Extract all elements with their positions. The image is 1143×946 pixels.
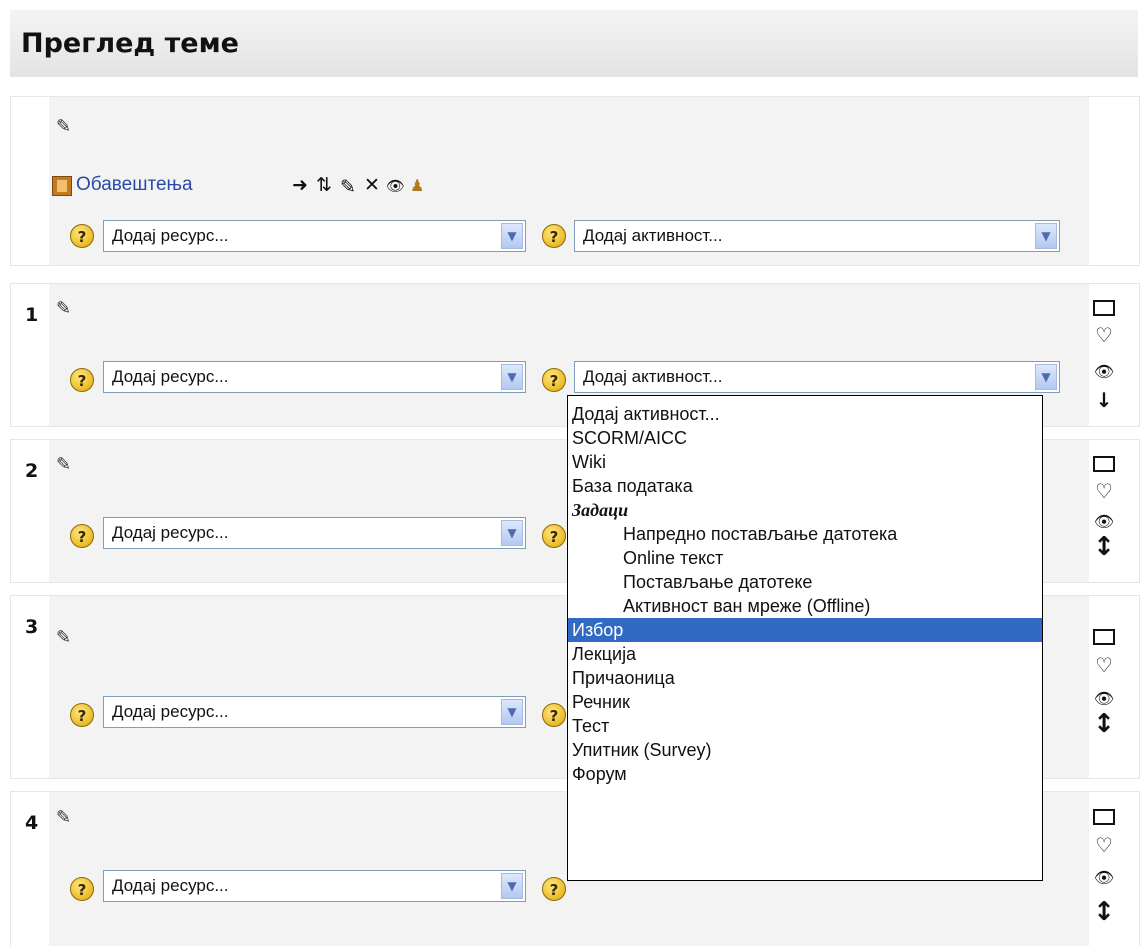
help-icon[interactable]: ? <box>70 224 94 248</box>
add-resource-select[interactable]: Додај ресурс... ▼ <box>103 361 526 393</box>
dropdown-option-selected[interactable]: Избор <box>568 618 1042 642</box>
help-icon[interactable]: ? <box>542 368 566 392</box>
dropdown-option[interactable]: Додај активност... <box>568 402 1042 426</box>
dropdown-option[interactable]: Речник <box>568 690 1042 714</box>
add-activity-dropdown-list[interactable]: Додај активност... SCORM/AICC Wiki База … <box>567 395 1043 881</box>
arrow-down-icon[interactable]: ↓ <box>1091 390 1117 410</box>
add-activity-select[interactable]: Додај активност... ▼ <box>574 220 1060 252</box>
move-updown-icon[interactable]: ↕ <box>1091 534 1117 560</box>
add-resource-select[interactable]: Додај ресурс... ▼ <box>103 220 526 252</box>
edit-pencil-icon[interactable]: ✎ <box>340 178 356 197</box>
dropdown-option[interactable]: Активност ван мреже (Offline) <box>568 594 1042 618</box>
forum-icon <box>52 176 72 196</box>
help-icon[interactable]: ? <box>70 703 94 727</box>
person-icon[interactable]: ♟ <box>410 176 424 195</box>
dropdown-option[interactable]: Напредно постављање датотека <box>568 522 1042 546</box>
chevron-down-icon: ▼ <box>1035 223 1057 249</box>
dropdown-option[interactable]: Упитник (Survey) <box>568 738 1042 762</box>
lightbulb-icon[interactable]: ♡ <box>1091 835 1117 855</box>
chevron-down-icon: ▼ <box>501 873 523 899</box>
show-only-this-section-icon[interactable] <box>1093 809 1115 825</box>
edit-summary-pencil-icon[interactable]: ✎ <box>56 809 71 827</box>
chevron-down-icon: ▼ <box>501 520 523 546</box>
dropdown-option[interactable]: База података <box>568 474 1042 498</box>
chevron-down-icon: ▼ <box>501 364 523 390</box>
help-icon[interactable]: ? <box>542 703 566 727</box>
edit-summary-pencil-icon[interactable]: ✎ <box>56 629 71 647</box>
section-number: 1 <box>25 304 39 326</box>
section-number: 3 <box>25 616 39 638</box>
help-icon[interactable]: ? <box>70 368 94 392</box>
lightbulb-icon[interactable]: ♡ <box>1091 325 1117 345</box>
dropdown-option[interactable]: Лекција <box>568 642 1042 666</box>
eye-icon[interactable]: 👁 <box>1091 868 1117 888</box>
add-resource-select[interactable]: Додај ресурс... ▼ <box>103 870 526 902</box>
dropdown-option[interactable]: Постављање датотеке <box>568 570 1042 594</box>
topic-outline-header: Преглед теме <box>10 10 1138 77</box>
edit-summary-pencil-icon[interactable]: ✎ <box>56 118 71 136</box>
edit-summary-pencil-icon[interactable]: ✎ <box>56 456 71 474</box>
news-forum-link[interactable]: Обавештења <box>76 174 193 196</box>
dropdown-option[interactable]: Wiki <box>568 450 1042 474</box>
show-only-this-section-icon[interactable] <box>1093 300 1115 316</box>
section-number: 4 <box>25 812 39 834</box>
help-icon[interactable]: ? <box>542 524 566 548</box>
help-icon[interactable]: ? <box>70 877 94 901</box>
dropdown-group-label: Задаци <box>572 500 629 520</box>
dropdown-option[interactable]: Причаоница <box>568 666 1042 690</box>
show-only-this-section-icon[interactable] <box>1093 456 1115 472</box>
add-resource-select[interactable]: Додај ресурс... ▼ <box>103 517 526 549</box>
eye-icon[interactable]: 👁 <box>1091 689 1117 709</box>
lightbulb-icon[interactable]: ♡ <box>1091 655 1117 675</box>
chevron-down-icon: ▼ <box>501 699 523 725</box>
help-icon[interactable]: ? <box>542 224 566 248</box>
dropdown-option[interactable]: Тест <box>568 714 1042 738</box>
show-only-this-section-icon[interactable] <box>1093 629 1115 645</box>
move-updown-icon[interactable]: ↕ <box>1091 899 1117 925</box>
arrow-right-icon[interactable]: ➜ <box>292 174 308 196</box>
page-title: Преглед теме <box>21 28 239 59</box>
section-number: 2 <box>25 460 39 482</box>
eye-icon[interactable]: 👁 <box>1091 512 1117 532</box>
add-activity-select[interactable]: Додај активност... ▼ <box>574 361 1060 393</box>
add-resource-select[interactable]: Додај ресурс... ▼ <box>103 696 526 728</box>
dropdown-option[interactable]: Форум <box>568 762 1042 786</box>
help-icon[interactable]: ? <box>70 524 94 548</box>
chevron-down-icon: ▼ <box>1035 364 1057 390</box>
dropdown-option[interactable]: Online текст <box>568 546 1042 570</box>
move-icon[interactable]: ⇅ <box>316 174 332 196</box>
dropdown-option[interactable]: SCORM/AICC <box>568 426 1042 450</box>
cross-icon[interactable]: ✕ <box>364 174 380 196</box>
move-updown-icon[interactable]: ↕ <box>1091 711 1117 737</box>
eye-icon[interactable]: 👁 <box>1091 362 1117 382</box>
help-icon[interactable]: ? <box>542 877 566 901</box>
eye-icon[interactable]: 👁 <box>386 177 405 195</box>
chevron-down-icon: ▼ <box>501 223 523 249</box>
lightbulb-icon[interactable]: ♡ <box>1091 481 1117 501</box>
edit-summary-pencil-icon[interactable]: ✎ <box>56 300 71 318</box>
